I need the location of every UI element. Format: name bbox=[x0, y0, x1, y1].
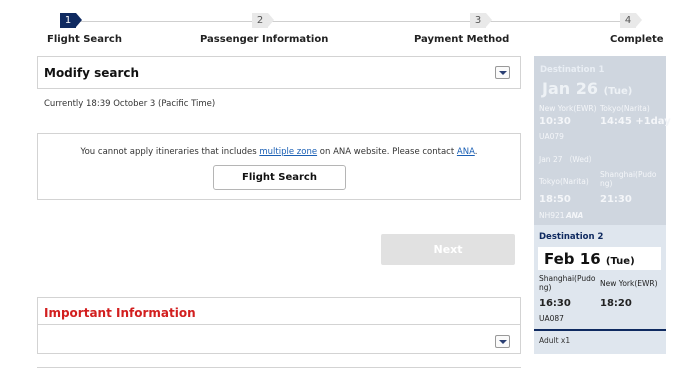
destination-2-date: Feb 16 (Tue) bbox=[544, 250, 635, 268]
destination-2-header: Destination 2 bbox=[534, 226, 666, 246]
flight-number: UA087 bbox=[539, 314, 564, 323]
origin-airport-line1: Shanghai(Pudo bbox=[539, 274, 596, 283]
destination-1-card: Destination 1 Jan 26 (Tue) New York(EWR)… bbox=[534, 56, 671, 225]
destination-airport: New York(EWR) bbox=[600, 279, 658, 288]
step-3-label: Payment Method bbox=[414, 34, 510, 45]
step-1-label: Flight Search bbox=[47, 34, 122, 45]
flight-number: NH921 bbox=[539, 211, 565, 220]
step-connector bbox=[486, 21, 620, 22]
step-2-label: Passenger Information bbox=[200, 34, 329, 45]
origin-airport: New York(EWR) bbox=[539, 104, 597, 113]
divider bbox=[534, 329, 666, 331]
chevron-down-icon[interactable] bbox=[495, 335, 510, 348]
modify-search-title: Modify search bbox=[44, 66, 140, 80]
departure-time: 10:30 bbox=[539, 116, 571, 127]
ana-contact-link[interactable]: ANA bbox=[457, 147, 475, 157]
multiple-zone-link[interactable]: multiple zone bbox=[259, 147, 317, 157]
destination-2-heading: Destination 2 bbox=[539, 232, 604, 242]
notice-text: . bbox=[474, 147, 478, 157]
step-4-badge: 4 bbox=[620, 13, 642, 28]
step-4-label: Complete bbox=[610, 34, 664, 45]
itinerary-summary-sidebar: Destination 1 Jan 26 (Tue) New York(EWR)… bbox=[534, 56, 671, 354]
ana-logo: ANA bbox=[566, 211, 583, 220]
destination-2-date-box: Feb 16 (Tue) bbox=[538, 247, 661, 270]
next-day-date: Jan 27 （Wed） bbox=[539, 155, 597, 164]
important-information-title: Important Information bbox=[44, 306, 196, 320]
current-time-text: Currently 18:39 October 3 (Pacific Time) bbox=[44, 99, 216, 109]
notice-panel: You cannot apply itineraries that includ… bbox=[37, 133, 521, 200]
date-text: Feb 16 bbox=[544, 250, 601, 268]
arrival-time: 14:45 +1day bbox=[600, 116, 671, 127]
next-button[interactable]: Next bbox=[381, 234, 515, 265]
important-information-panel[interactable]: Important Information bbox=[37, 297, 521, 354]
destination-airport: Tokyo(Narita) bbox=[600, 104, 650, 113]
destination-airport-line2: ng) bbox=[600, 179, 613, 188]
step-2-badge: 2 bbox=[252, 13, 274, 28]
step-1-badge: 1 bbox=[60, 13, 82, 28]
origin-airport-line2: ng) bbox=[539, 283, 552, 292]
destination-1-heading: Destination 1 bbox=[540, 65, 605, 75]
modify-search-panel[interactable]: Modify search bbox=[37, 56, 521, 89]
notice-text: You cannot apply itineraries that includ… bbox=[80, 147, 260, 157]
step-connector bbox=[268, 21, 476, 22]
destination-1-date: Jan 26 (Tue) bbox=[542, 79, 632, 98]
passenger-count: Adult x1 bbox=[539, 336, 571, 345]
day-text: (Tue) bbox=[605, 256, 635, 267]
flight-search-button[interactable]: Flight Search bbox=[213, 165, 346, 190]
arrival-time: 18:20 bbox=[600, 298, 632, 309]
departure-time: 18:50 bbox=[539, 194, 571, 205]
notice-text: on ANA website. Please contact bbox=[317, 147, 457, 157]
date-text: Jan 26 bbox=[542, 79, 598, 98]
progress-stepper: 1 2 3 4 Flight Search Passenger Informat… bbox=[0, 0, 700, 50]
notice-message: You cannot apply itineraries that includ… bbox=[38, 147, 520, 157]
step-3-badge: 3 bbox=[470, 13, 492, 28]
day-text: (Tue) bbox=[603, 86, 633, 97]
destination-airport-line1: Shanghai(Pudo bbox=[600, 170, 657, 179]
departure-time: 16:30 bbox=[539, 298, 571, 309]
divider bbox=[38, 324, 520, 325]
flight-number: UA079 bbox=[539, 132, 564, 141]
arrival-time: 21:30 bbox=[600, 194, 632, 205]
origin-airport: Tokyo(Narita) bbox=[539, 177, 589, 186]
chevron-down-icon[interactable] bbox=[495, 66, 510, 79]
step-connector bbox=[74, 21, 258, 22]
